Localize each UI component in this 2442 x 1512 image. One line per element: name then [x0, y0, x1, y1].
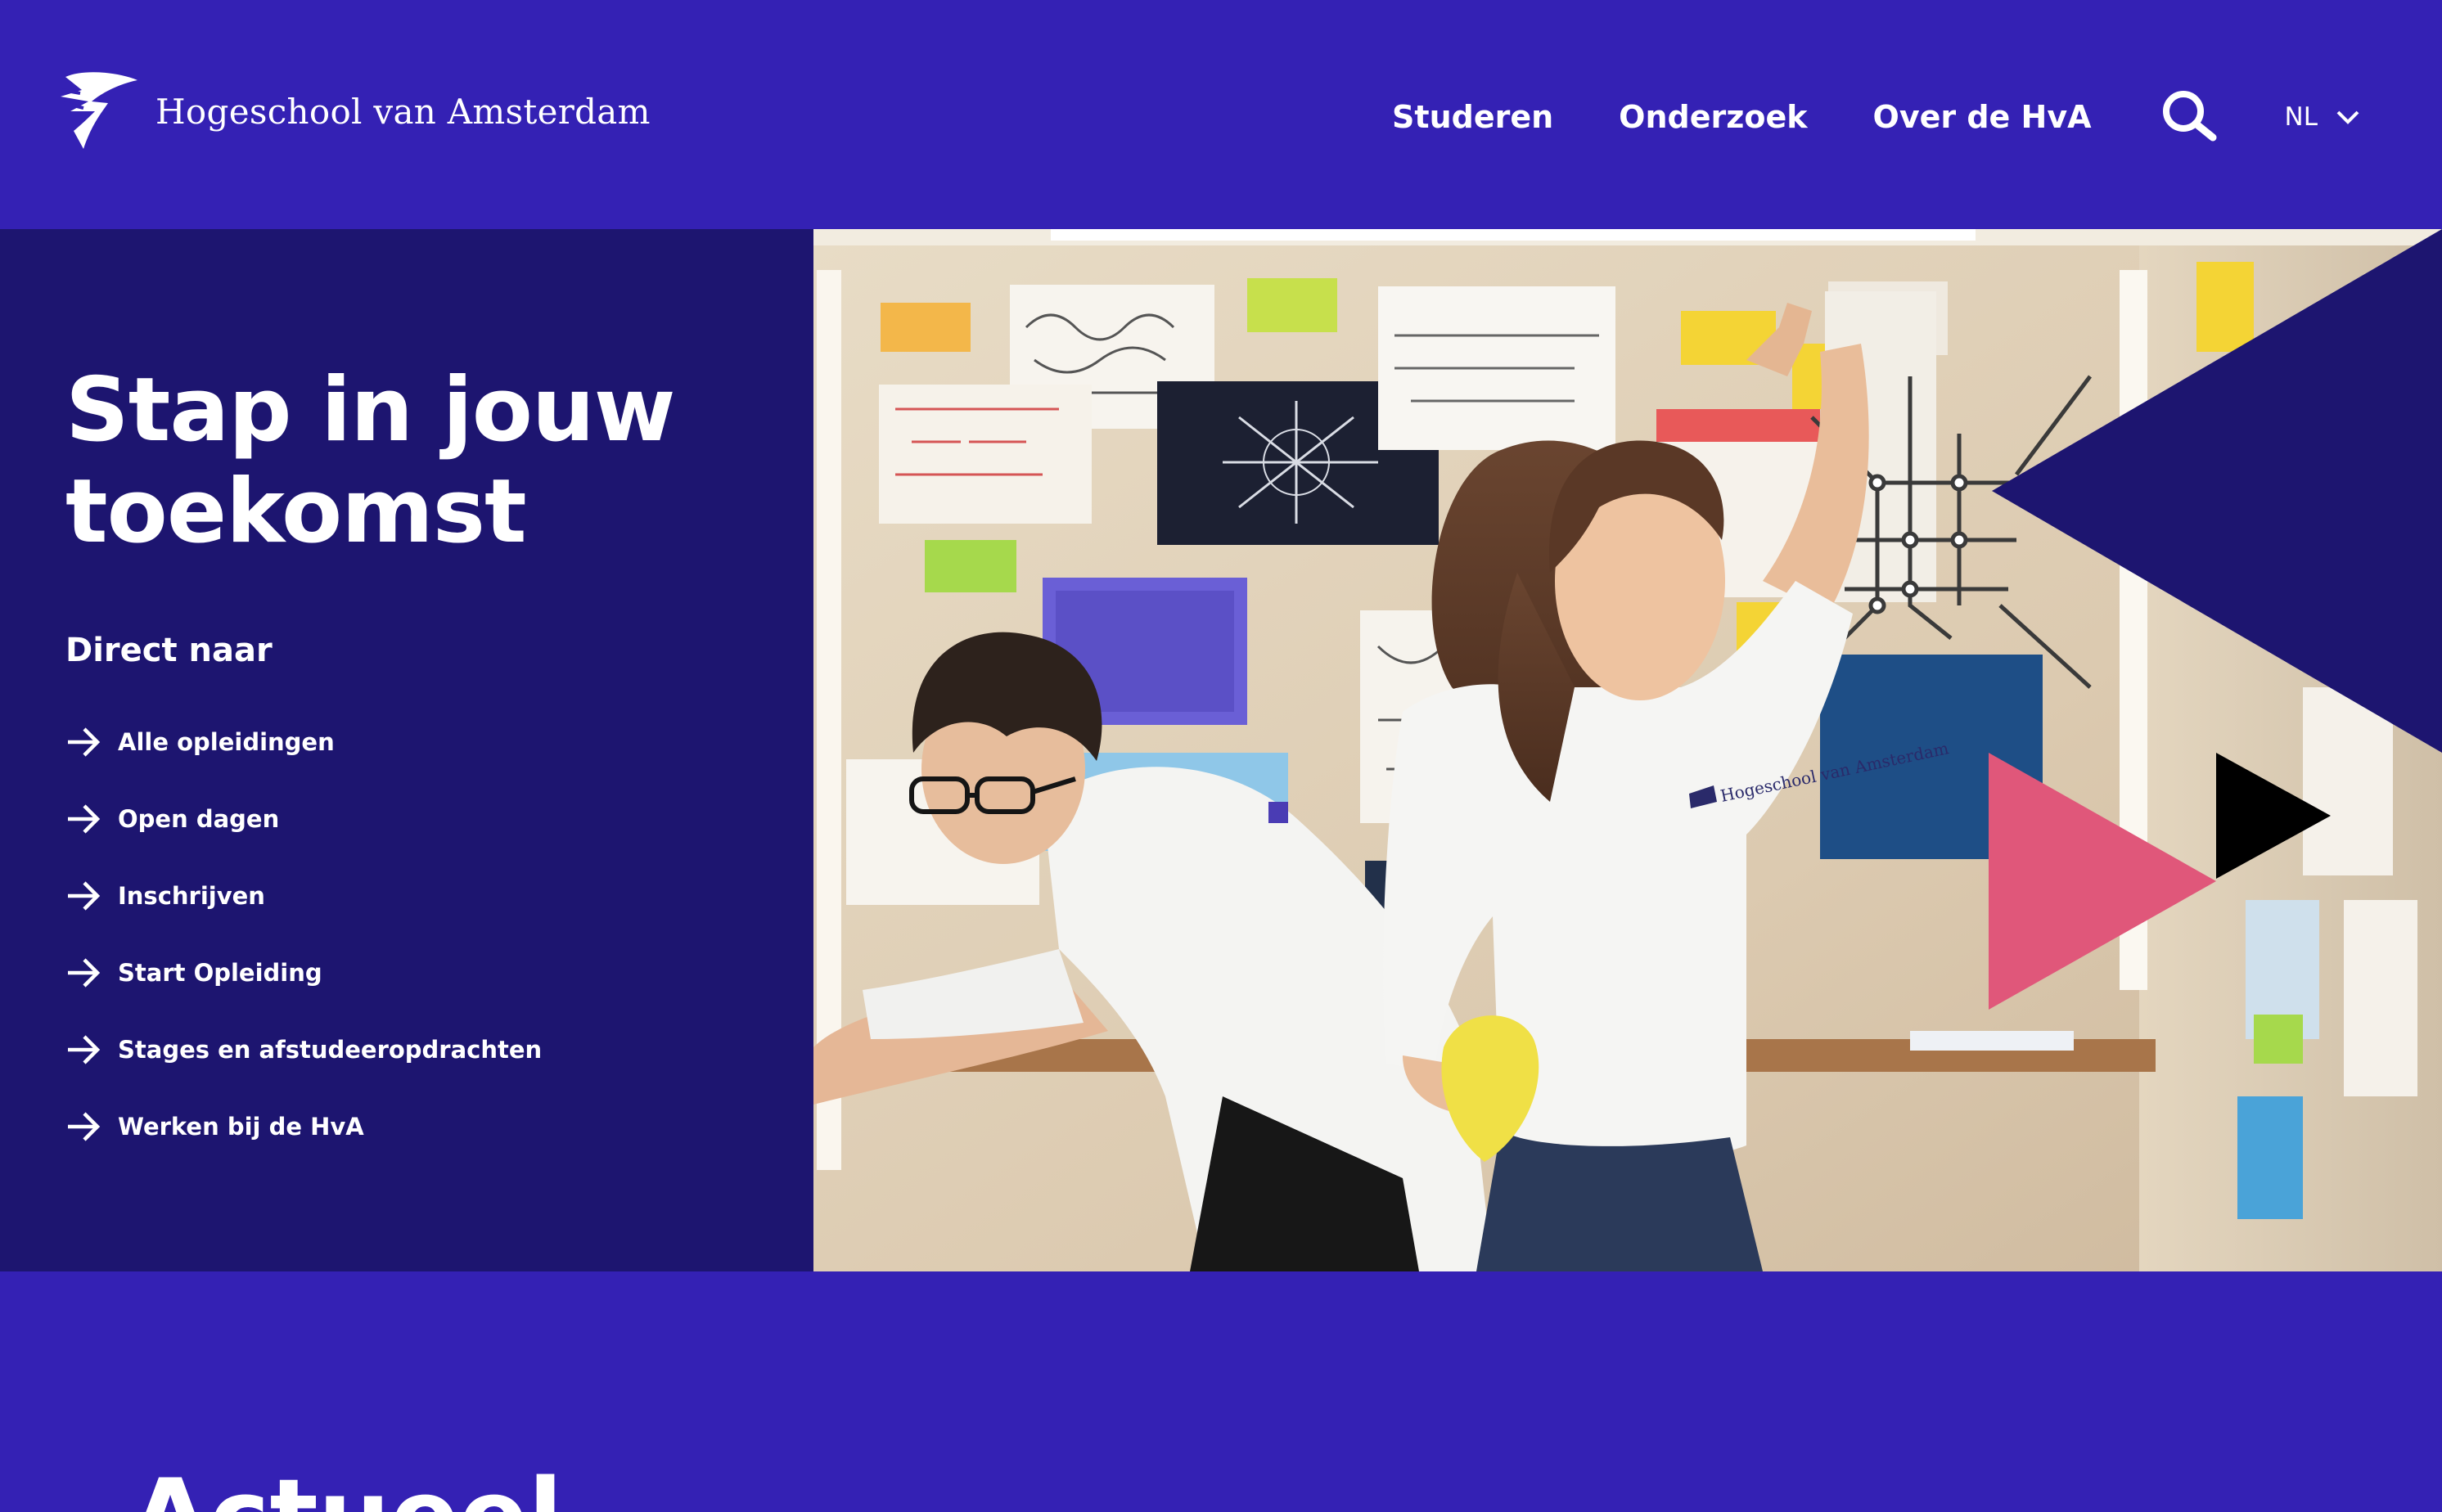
main-nav: Studeren Onderzoek Over de HvA NL [1392, 88, 2360, 146]
nav-item-over-de-hva[interactable]: Over de HvA [1873, 99, 2092, 135]
quick-link-label: Alle opleidingen [118, 728, 335, 756]
home-logo-link[interactable]: Hogeschool van Amsterdam [59, 70, 651, 152]
quick-link-stages[interactable]: Stages en afstudeeropdrachten [65, 1011, 542, 1088]
language-label: NL [2284, 102, 2318, 132]
nav-item-onderzoek[interactable]: Onderzoek [1619, 99, 1807, 135]
search-icon [2162, 91, 2217, 142]
quick-link-label: Stages en afstudeeropdrachten [118, 1036, 543, 1064]
arrow-right-icon [68, 881, 101, 911]
papers-on-desk [1910, 1031, 2074, 1051]
nav-item-studeren[interactable]: Studeren [1392, 99, 1553, 135]
quick-link-label: Werken bij de HvA [118, 1113, 364, 1141]
arrow-right-icon [68, 804, 101, 834]
arrow-right-icon [68, 1035, 101, 1064]
hero-section: Stap in jouw toekomst Direct naar Alle o… [0, 229, 2442, 1271]
news-section: Actueel [0, 1271, 2442, 1512]
hva-logo-icon [61, 72, 137, 149]
chevron-down-icon [2336, 110, 2359, 124]
hero-panel: Stap in jouw toekomst Direct naar Alle o… [0, 229, 813, 1271]
arrow-right-icon [68, 958, 101, 988]
quick-links-list: Alle opleidingen Open dagen Inschrijven … [65, 704, 542, 1165]
search-button[interactable] [2160, 88, 2218, 146]
quick-link-start-opleiding[interactable]: Start Opleiding [65, 934, 542, 1011]
quick-link-open-dagen[interactable]: Open dagen [65, 781, 542, 857]
brand-name: Hogeschool van Amsterdam [155, 91, 651, 132]
hero-title: Stap in jouw toekomst [65, 359, 676, 563]
quick-link-label: Start Opleiding [118, 959, 322, 987]
site-header: Hogeschool van Amsterdam Studeren Onderz… [0, 0, 2442, 229]
quick-link-werken-bij[interactable]: Werken bij de HvA [65, 1088, 542, 1165]
hero-image: Hogeschool van Amsterdam [813, 229, 2442, 1271]
quick-link-alle-opleidingen[interactable]: Alle opleidingen [65, 704, 542, 781]
news-title: Actueel [131, 1460, 563, 1512]
arrow-right-icon [68, 727, 101, 757]
quick-link-inschrijven[interactable]: Inschrijven [65, 857, 542, 934]
ceiling-light [1051, 229, 1976, 241]
quick-link-label: Inschrijven [118, 882, 265, 910]
quick-links-heading: Direct naar [65, 632, 273, 669]
quick-link-label: Open dagen [118, 805, 280, 833]
arrow-right-icon [68, 1112, 101, 1141]
language-switcher[interactable]: NL [2285, 102, 2360, 132]
